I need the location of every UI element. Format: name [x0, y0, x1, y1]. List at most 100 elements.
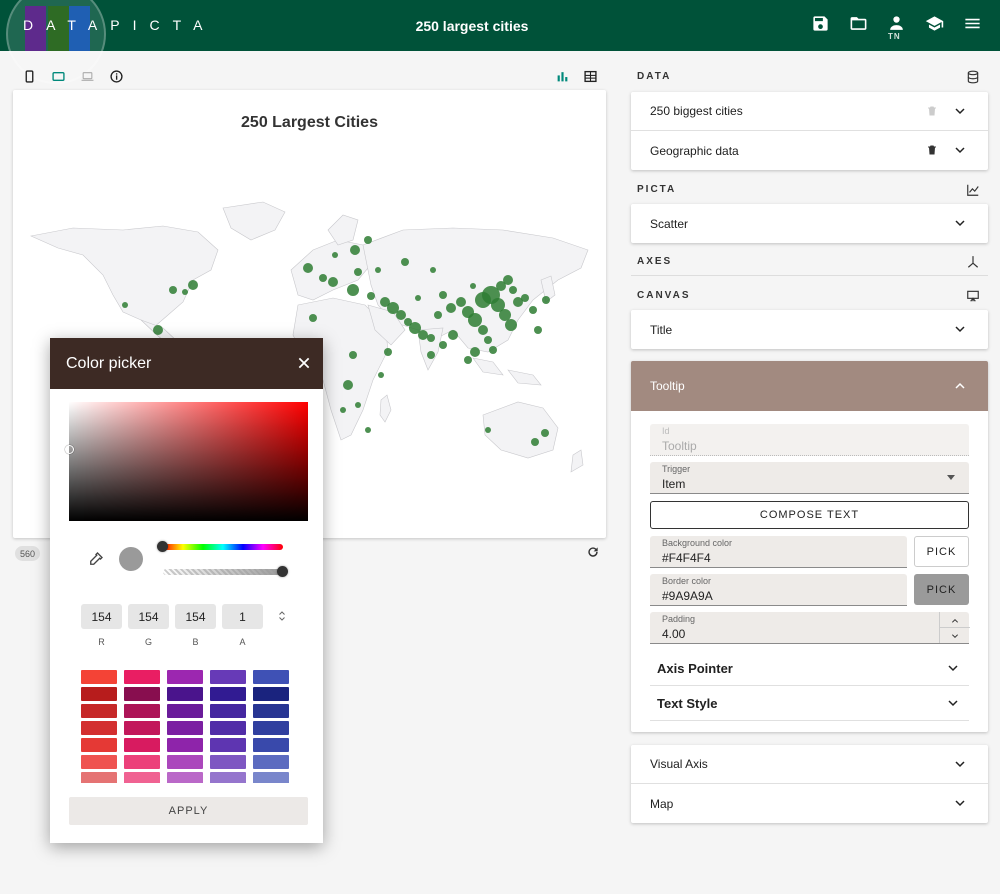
city-point[interactable] — [542, 296, 550, 304]
city-point[interactable] — [439, 291, 447, 299]
close-icon[interactable] — [297, 356, 311, 370]
city-point[interactable] — [303, 263, 313, 273]
city-point[interactable] — [122, 302, 128, 308]
city-point[interactable] — [430, 267, 436, 273]
hue-handle[interactable] — [157, 541, 168, 552]
color-swatch[interactable] — [253, 738, 289, 752]
color-swatch[interactable] — [81, 704, 117, 718]
color-swatch[interactable] — [253, 670, 289, 684]
city-point[interactable] — [384, 348, 392, 356]
trash-icon[interactable] — [926, 144, 938, 156]
visual-axis-item[interactable]: Visual Axis — [631, 745, 988, 784]
color-swatch[interactable] — [167, 687, 203, 701]
color-swatch[interactable] — [124, 721, 160, 735]
saturation-area[interactable] — [65, 402, 308, 521]
city-point[interactable] — [478, 325, 488, 335]
city-point[interactable] — [375, 267, 381, 273]
color-swatch[interactable] — [124, 755, 160, 769]
width-chip[interactable]: 560 — [15, 546, 40, 561]
chevron-down-icon[interactable] — [954, 797, 966, 809]
color-swatch[interactable] — [124, 772, 160, 783]
school-icon[interactable] — [924, 14, 944, 36]
color-swatch[interactable] — [210, 670, 246, 684]
city-point[interactable] — [448, 330, 458, 340]
chevron-down-icon[interactable] — [954, 144, 966, 156]
color-swatch[interactable] — [167, 738, 203, 752]
city-point[interactable] — [499, 309, 511, 321]
city-point[interactable] — [188, 280, 198, 290]
city-point[interactable] — [328, 277, 338, 287]
color-swatch[interactable] — [81, 721, 117, 735]
compose-text-button[interactable]: COMPOSE TEXT — [650, 501, 969, 529]
color-swatch[interactable] — [81, 755, 117, 769]
color-swatch[interactable] — [124, 704, 160, 718]
city-point[interactable] — [470, 283, 476, 289]
user-icon[interactable]: TN — [886, 14, 906, 41]
color-swatch[interactable] — [124, 687, 160, 701]
city-point[interactable] — [456, 297, 466, 307]
eyedropper-icon[interactable] — [87, 550, 105, 568]
alpha-input[interactable]: 1 — [222, 604, 263, 629]
tooltip-header[interactable]: Tooltip — [631, 361, 988, 411]
city-point[interactable] — [340, 407, 346, 413]
color-swatch[interactable] — [253, 687, 289, 701]
city-point[interactable] — [415, 295, 421, 301]
chevron-down-icon[interactable] — [947, 697, 959, 709]
city-point[interactable] — [378, 372, 384, 378]
city-point[interactable] — [354, 268, 362, 276]
city-point[interactable] — [153, 325, 163, 335]
color-swatch[interactable] — [81, 670, 117, 684]
city-point[interactable] — [169, 286, 177, 294]
city-point[interactable] — [521, 294, 529, 302]
text-style-section[interactable]: Text Style — [650, 686, 969, 721]
chevron-down-icon[interactable] — [954, 758, 966, 770]
city-point[interactable] — [464, 356, 472, 364]
color-swatch[interactable] — [167, 772, 203, 783]
data-item-geographic[interactable]: Geographic data — [631, 131, 988, 170]
trash-icon[interactable] — [926, 105, 938, 117]
city-point[interactable] — [446, 303, 456, 313]
color-swatch[interactable] — [253, 772, 289, 783]
city-point[interactable] — [439, 341, 447, 349]
color-swatch[interactable] — [81, 772, 117, 783]
city-point[interactable] — [365, 427, 371, 433]
data-item-cities[interactable]: 250 biggest cities — [631, 92, 988, 131]
city-point[interactable] — [309, 314, 317, 322]
city-point[interactable] — [343, 380, 353, 390]
blue-input[interactable]: 154 — [175, 604, 216, 629]
city-point[interactable] — [531, 438, 539, 446]
city-point[interactable] — [485, 427, 491, 433]
canvas-item-title[interactable]: Title — [631, 310, 988, 349]
alpha-handle[interactable] — [277, 566, 288, 577]
city-point[interactable] — [350, 245, 360, 255]
apply-button[interactable]: APPLY — [69, 797, 308, 825]
hue-slider[interactable] — [163, 544, 283, 550]
chevron-up-icon[interactable] — [954, 380, 966, 392]
city-point[interactable] — [470, 347, 480, 357]
stepper-up-icon[interactable] — [951, 617, 959, 625]
city-point[interactable] — [319, 274, 327, 282]
laptop-icon[interactable] — [79, 68, 95, 84]
color-swatch[interactable] — [253, 755, 289, 769]
chevron-down-icon[interactable] — [954, 217, 966, 229]
chevron-down-icon[interactable] — [947, 662, 959, 674]
table-icon[interactable] — [582, 68, 598, 84]
alpha-slider[interactable] — [163, 569, 283, 575]
color-swatch[interactable] — [167, 755, 203, 769]
city-point[interactable] — [529, 306, 537, 314]
color-swatch[interactable] — [167, 721, 203, 735]
city-point[interactable] — [364, 236, 372, 244]
phone-icon[interactable] — [21, 68, 37, 84]
refresh-icon[interactable] — [586, 545, 600, 559]
city-point[interactable] — [427, 334, 435, 342]
chevron-down-icon[interactable] — [954, 105, 966, 117]
city-point[interactable] — [541, 429, 549, 437]
city-point[interactable] — [505, 319, 517, 331]
saturation-handle[interactable] — [65, 445, 74, 454]
city-point[interactable] — [534, 326, 542, 334]
red-input[interactable]: 154 — [81, 604, 122, 629]
bar-chart-icon[interactable] — [554, 68, 570, 84]
city-point[interactable] — [434, 311, 442, 319]
city-point[interactable] — [484, 336, 492, 344]
city-point[interactable] — [332, 252, 338, 258]
